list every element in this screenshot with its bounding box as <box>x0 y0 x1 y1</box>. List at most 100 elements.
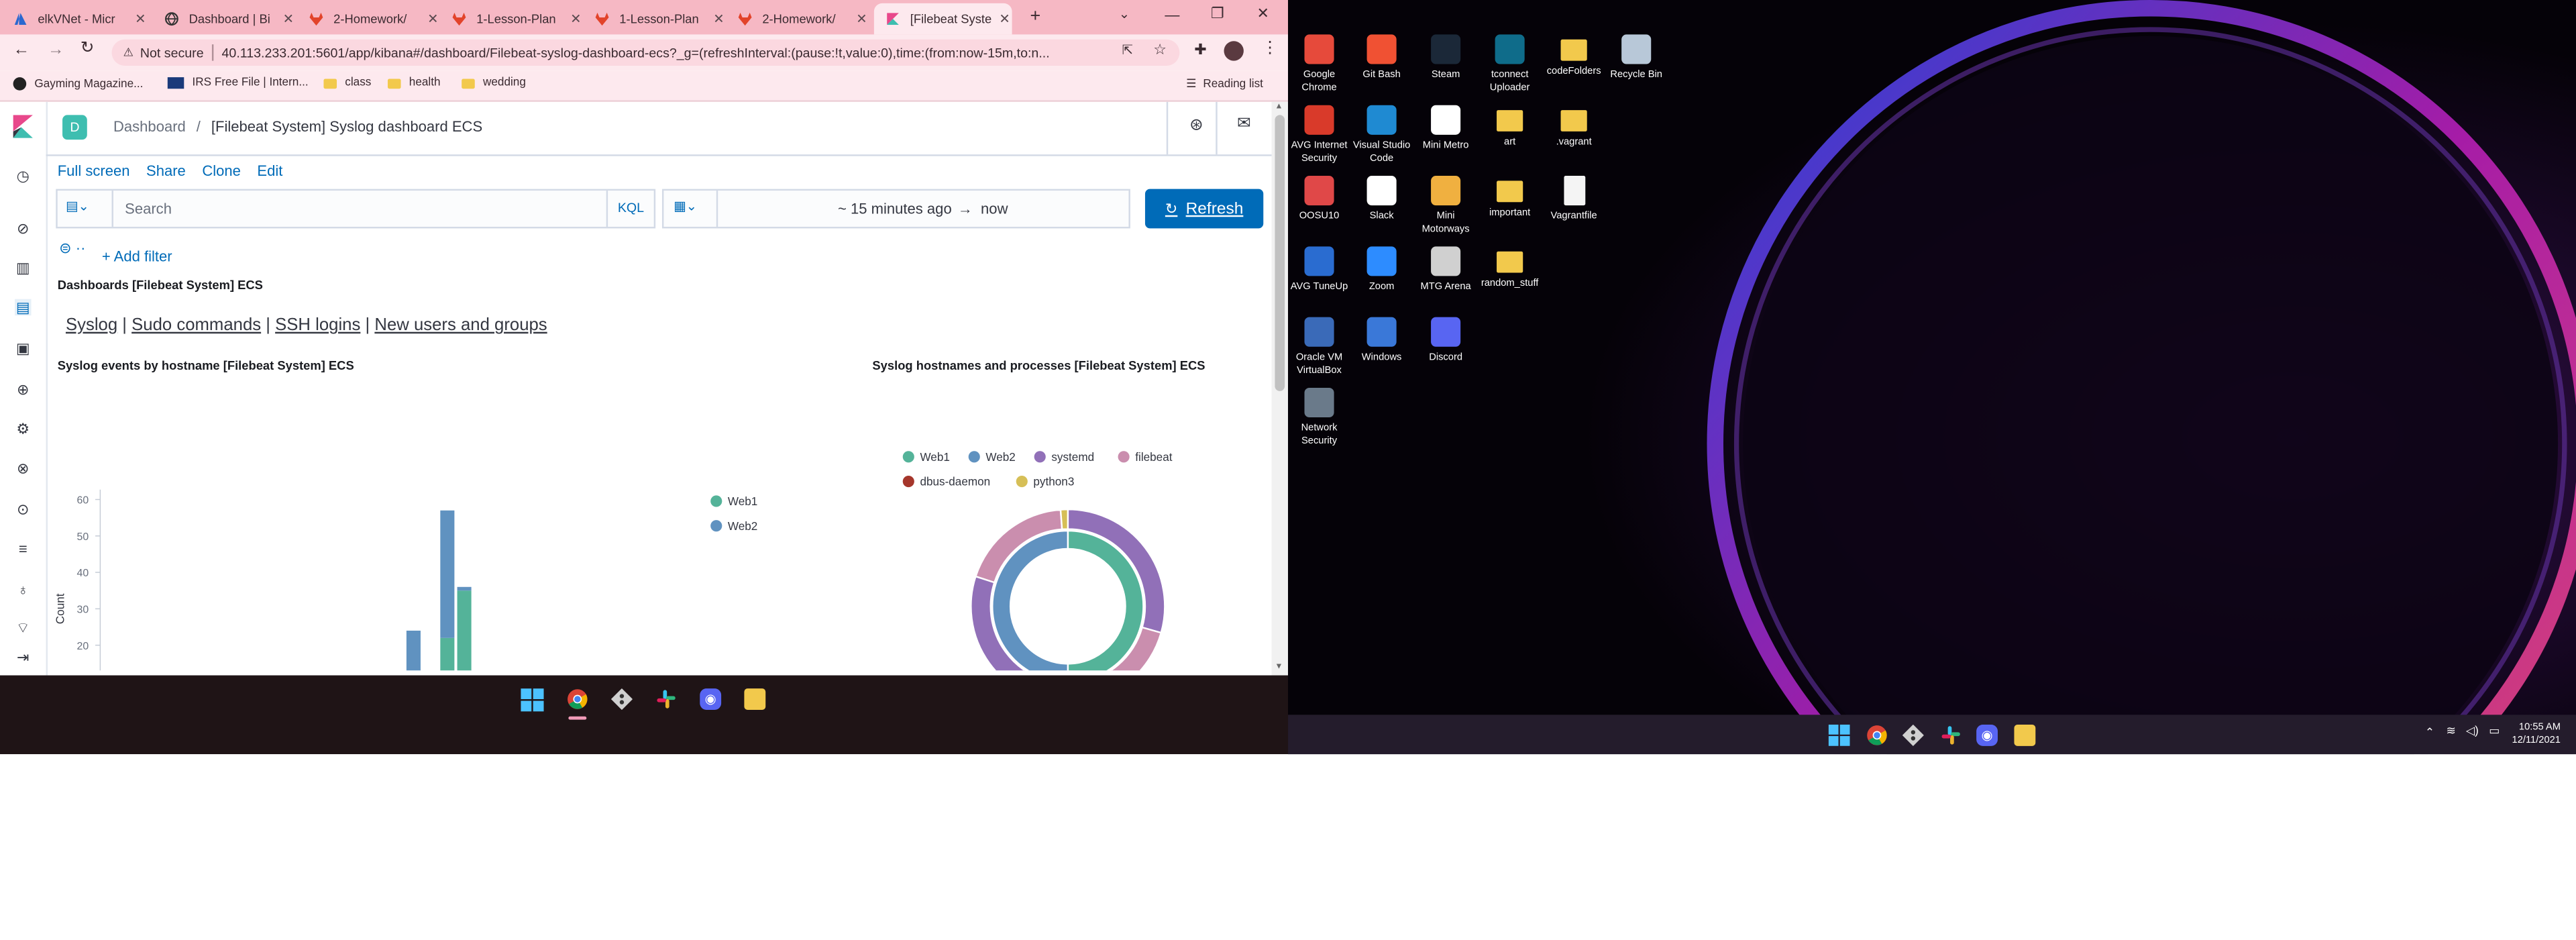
desktop-icon-recycle-bin[interactable]: Recycle Bin <box>1605 34 1668 82</box>
file-explorer-icon[interactable] <box>2014 725 2036 746</box>
close-icon[interactable]: ✕ <box>998 11 1012 26</box>
bookmark-class[interactable]: class <box>323 77 371 89</box>
bar-web2[interactable] <box>406 630 421 671</box>
new-tab-icon[interactable]: + <box>1030 7 1041 26</box>
full-screen-link[interactable]: Full screen <box>58 162 130 178</box>
bookmark-gayming[interactable]: Gayming Magazine... <box>13 77 144 91</box>
refresh-button[interactable]: ↻ Refresh <box>1144 189 1264 229</box>
filter-options-icon[interactable]: ⊜ ·· <box>59 240 85 258</box>
mail-icon[interactable]: ✉ <box>1237 115 1251 133</box>
file-explorer-icon[interactable] <box>744 688 766 710</box>
apm-icon[interactable]: ≡ <box>15 541 31 557</box>
git-bash-icon[interactable] <box>611 688 633 710</box>
desktop-icon-visual-studio-code[interactable]: Visual Studio Code <box>1350 105 1413 166</box>
tray-chevron-icon[interactable]: ⌃ <box>2425 726 2434 739</box>
scroll-down-icon[interactable]: ▼ <box>1275 662 1283 672</box>
desktop-icon-mini-metro[interactable]: Mini Metro <box>1415 105 1477 153</box>
syslog-link[interactable]: Syslog <box>66 315 117 335</box>
scrollbar-thumb[interactable] <box>1275 115 1285 391</box>
legend-item[interactable]: systemd <box>1051 450 1094 464</box>
close-icon[interactable]: ✕ <box>711 11 726 26</box>
desktop-icon-mtg-arena[interactable]: MTG Arena <box>1415 246 1477 294</box>
bar-web2[interactable] <box>457 586 472 591</box>
wifi-icon[interactable]: ≋ <box>2447 725 2456 737</box>
bar-web1[interactable] <box>457 590 472 671</box>
tab-search-icon[interactable]: ⌄ <box>1119 7 1130 21</box>
canvas-icon[interactable]: ▣ <box>15 340 31 356</box>
space-badge[interactable]: D <box>62 115 87 140</box>
desktop-icon-avg-tuneup[interactable]: AVG TuneUp <box>1288 246 1350 294</box>
bookmark-health[interactable]: health <box>387 77 441 89</box>
tab-homework-2[interactable]: 2-Homework/ ✕ <box>738 3 869 35</box>
add-filter-link[interactable]: + Add filter <box>102 240 172 270</box>
ssh-logins-link[interactable]: SSH logins <box>275 315 360 335</box>
tab-filebeat-system[interactable]: [Filebeat Syste ✕ <box>873 3 1012 35</box>
edit-link[interactable]: Edit <box>257 162 282 178</box>
legend-item[interactable]: Web1 <box>728 494 757 508</box>
outer-slice-python3[interactable] <box>1059 508 1069 531</box>
ml-icon[interactable]: ⚙ <box>15 420 31 437</box>
tab-lesson-plan-2[interactable]: 1-Lesson-Plan ✕ <box>595 3 727 35</box>
bar-web1[interactable] <box>440 637 455 671</box>
scroll-up-icon[interactable]: ▲ <box>1275 102 1283 112</box>
desktop-icon-oracle-vm-virtualbox[interactable]: Oracle VM VirtualBox <box>1288 317 1350 378</box>
legend-item[interactable]: Web1 <box>920 450 949 464</box>
minimize-icon[interactable]: — <box>1165 7 1179 23</box>
visualize-icon[interactable]: ▥ <box>15 259 31 276</box>
time-start[interactable]: ~ 15 minutes ago <box>838 201 952 217</box>
back-icon[interactable]: ← <box>13 41 30 59</box>
desktop-icon-mini-motorways[interactable]: Mini Motorways <box>1415 176 1477 237</box>
windows-start-icon[interactable] <box>521 688 544 712</box>
desktop-icon-codefolders[interactable]: codeFolders <box>1543 34 1605 79</box>
logs-icon[interactable]: ⊙ <box>15 501 31 517</box>
tab-lesson-plan-1[interactable]: 1-Lesson-Plan ✕ <box>451 3 583 35</box>
desktop-icon-important[interactable]: important <box>1479 176 1541 220</box>
sudo-commands-link[interactable]: Sudo commands <box>131 315 261 335</box>
desktop-icon-vagrantfile[interactable]: Vagrantfile <box>1543 176 1605 223</box>
share-link[interactable]: Share <box>146 162 186 178</box>
reload-icon[interactable]: ↻ <box>80 40 95 58</box>
forward-icon[interactable]: → <box>48 41 64 59</box>
bookmark-wedding[interactable]: wedding <box>462 77 526 89</box>
calendar-icon[interactable]: ▦⌄ <box>674 199 697 213</box>
close-icon[interactable]: ✕ <box>854 11 869 26</box>
kql-toggle[interactable]: KQL <box>618 201 644 215</box>
tab-elkvnet[interactable]: elkVNet - Micr ✕ <box>13 3 148 35</box>
collapse-nav-icon[interactable]: ⇥ <box>15 648 31 665</box>
siem-icon[interactable]: ⌔ <box>15 619 31 635</box>
legend-item[interactable]: Web2 <box>728 519 757 533</box>
close-icon[interactable]: ✕ <box>425 11 440 26</box>
saved-query-icon[interactable]: ▤⌄ <box>66 199 89 213</box>
window-close-icon[interactable]: ✕ <box>1256 5 1269 23</box>
help-icon[interactable]: ⊛ <box>1189 117 1203 135</box>
breadcrumb-dashboard[interactable]: Dashboard <box>113 118 186 134</box>
close-icon[interactable]: ✕ <box>281 11 296 26</box>
tab-homework-1[interactable]: 2-Homework/ ✕ <box>309 3 440 35</box>
page-scrollbar[interactable]: ▲ ▼ <box>1271 101 1289 676</box>
desktop-icon-zoom[interactable]: Zoom <box>1350 246 1413 294</box>
volume-icon[interactable]: ◁) <box>2466 725 2479 737</box>
desktop-icon-random-stuff[interactable]: random_stuff <box>1479 246 1541 291</box>
clone-link[interactable]: Clone <box>202 162 241 178</box>
new-users-groups-link[interactable]: New users and groups <box>374 315 547 335</box>
bar-web2[interactable] <box>440 510 455 638</box>
reading-list[interactable]: ☰ Reading list <box>1186 77 1263 90</box>
discover-icon[interactable]: ⊘ <box>15 219 31 236</box>
slack-icon[interactable] <box>655 688 677 710</box>
address-bar[interactable]: ⚠ Not secure 40.113.233.201:5601/app/kib… <box>111 39 1180 66</box>
search-input[interactable]: Search <box>125 201 172 217</box>
avatar[interactable] <box>1224 41 1244 61</box>
restore-icon[interactable]: ❐ <box>1211 5 1224 23</box>
kibana-logo-icon[interactable] <box>13 115 33 146</box>
bookmark-star-icon[interactable]: ☆ <box>1153 41 1167 59</box>
clock[interactable]: 10:55 AM 12/11/2021 <box>2512 721 2561 747</box>
slack-icon[interactable] <box>1940 725 1962 746</box>
desktop-icon-tconnect-uploader[interactable]: tconnect Uploader <box>1479 34 1541 95</box>
legend-item[interactable]: Web2 <box>985 450 1015 464</box>
close-icon[interactable]: ✕ <box>133 11 148 26</box>
menu-icon[interactable]: ⋮ <box>1262 40 1278 58</box>
windows-start-icon[interactable] <box>1828 725 1850 746</box>
desktop-icon-oosu10[interactable]: OOSU10 <box>1288 176 1350 223</box>
desktop-icon-git-bash[interactable]: Git Bash <box>1350 34 1413 82</box>
chrome-icon[interactable] <box>1866 725 1888 746</box>
